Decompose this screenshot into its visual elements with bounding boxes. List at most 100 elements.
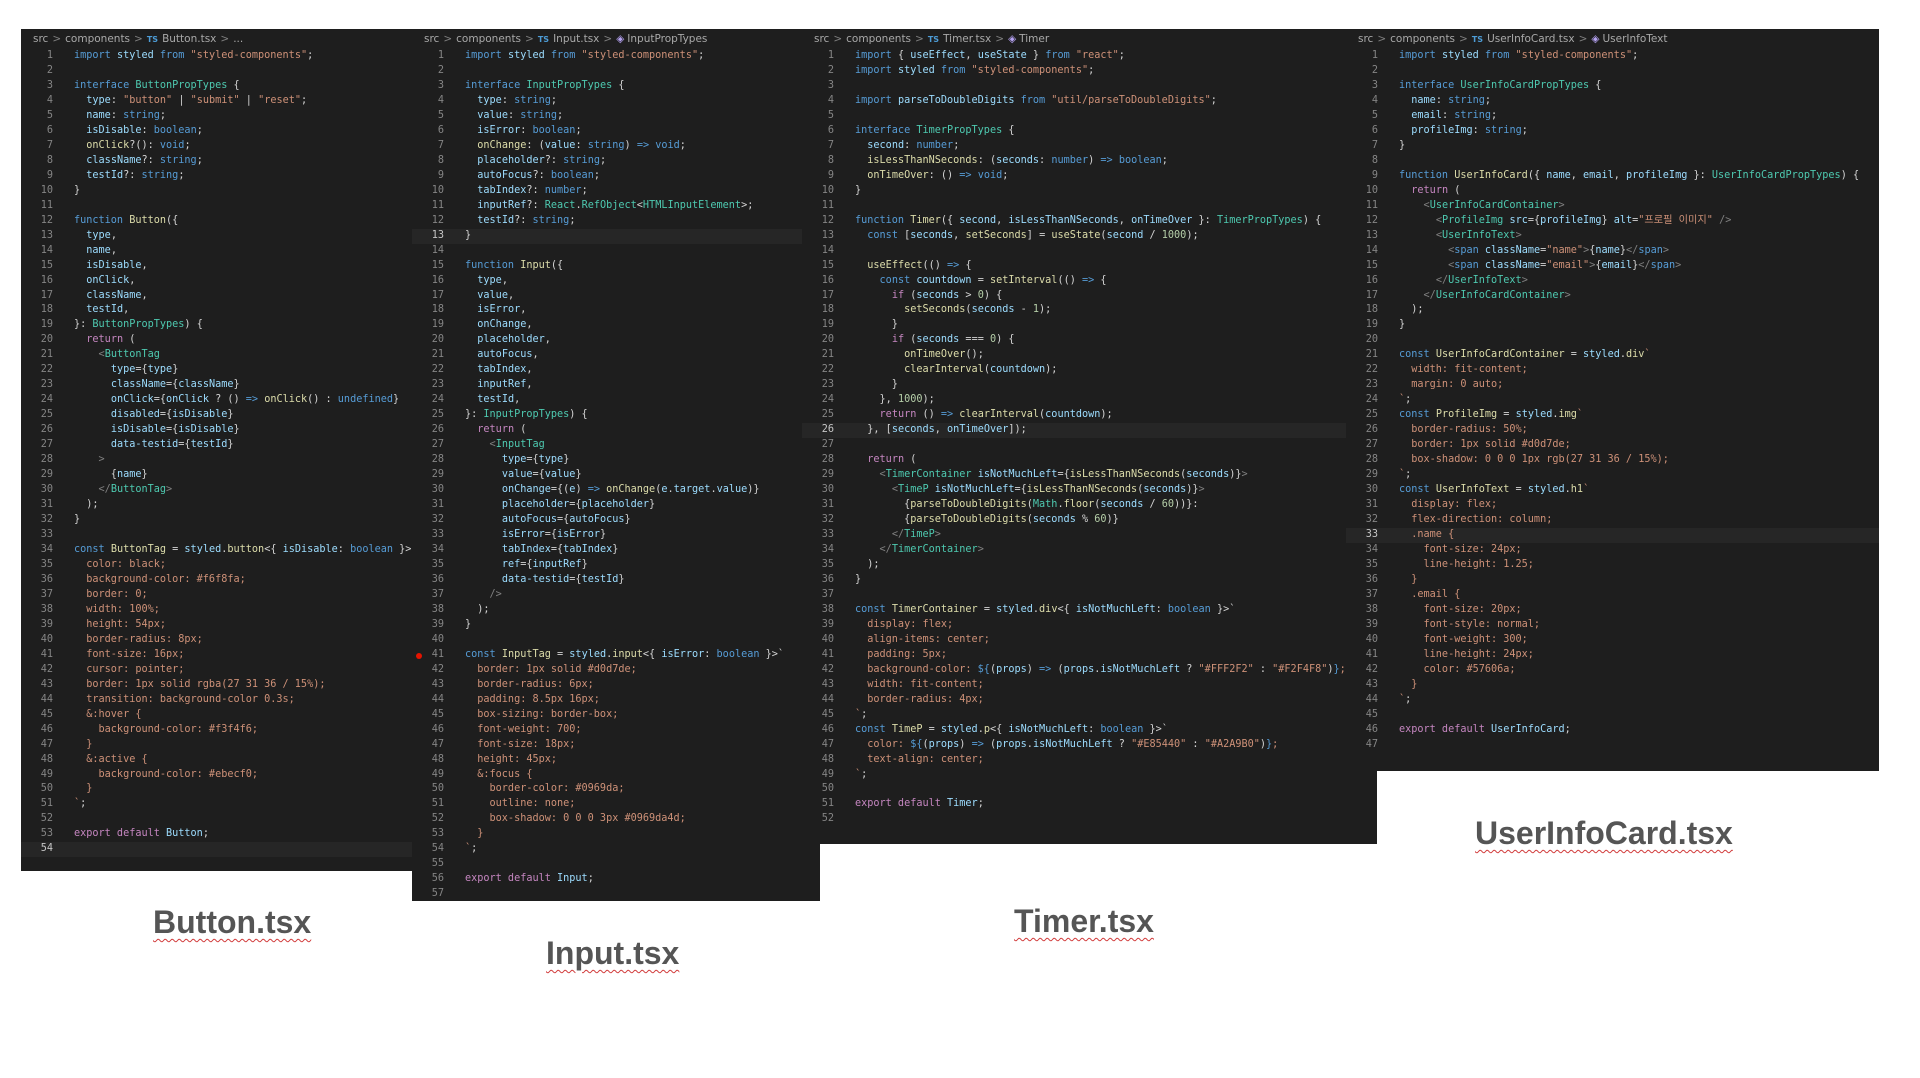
code-line[interactable]: 5 (802, 109, 1377, 124)
code-line[interactable]: 34 </TimerContainer> (802, 543, 1377, 558)
code-line[interactable]: 33 (21, 528, 421, 543)
breadcrumb-item[interactable]: Timer.tsx (943, 33, 991, 45)
code-line[interactable]: 51 export default Timer; (802, 797, 1377, 812)
code-line[interactable]: 8 (1346, 154, 1879, 169)
code-line[interactable]: 17 value, (412, 289, 820, 304)
code-line[interactable]: 8 placeholder?: string; (412, 154, 820, 169)
code-line[interactable]: 41 padding: 5px; (802, 648, 1377, 663)
code-line[interactable]: 56 export default Input; (412, 872, 820, 887)
code-line[interactable]: 39 font-style: normal; (1346, 618, 1879, 633)
code-line[interactable]: 11 (21, 199, 421, 214)
code-line[interactable]: 1 import styled from "styled-components"; (1346, 49, 1879, 64)
code-line[interactable]: 10 tabIndex?: number; (412, 184, 820, 199)
code-line[interactable]: 26 border-radius: 50%; (1346, 423, 1879, 438)
code-line[interactable]: 40 align-items: center; (802, 633, 1377, 648)
code-line[interactable]: 9 onTimeOver: () => void; (802, 169, 1377, 184)
code-line[interactable]: 21 autoFocus, (412, 348, 820, 363)
code-line[interactable]: 50 border-color: #0969da; (412, 782, 820, 797)
code-line[interactable]: 47 color: ${(props) => (props.isNotMuchL… (802, 738, 1377, 753)
code-line[interactable]: 35 ); (802, 558, 1377, 573)
code-line[interactable]: 7} (1346, 139, 1879, 154)
code-line[interactable]: 30 </ButtonTag> (21, 483, 421, 498)
code-line[interactable]: 32 autoFocus={autoFocus} (412, 513, 820, 528)
code-line[interactable]: 16 type, (412, 274, 820, 289)
code-line[interactable]: 29 value={value} (412, 468, 820, 483)
code-line[interactable]: 9 testId?: string; (21, 169, 421, 184)
code-line[interactable]: 24 }, 1000); (802, 393, 1377, 408)
code-line[interactable]: 49 `; (802, 768, 1377, 783)
breadcrumb-item[interactable]: UserInfoText (1602, 33, 1667, 45)
code-line[interactable]: 15 isDisable, (21, 259, 421, 274)
code-line[interactable]: 16 </UserInfoText> (1346, 274, 1879, 289)
code-line[interactable]: 38 const TimerContainer = styled.div<{ is… (802, 603, 1377, 618)
code-line[interactable]: 35 ref={inputRef} (412, 558, 820, 573)
code-line[interactable]: 13 type, (21, 229, 421, 244)
code-area[interactable]: 1 import { useEffect, useState } from "re… (802, 49, 1377, 827)
code-line[interactable]: 5 value: string; (412, 109, 820, 124)
code-line[interactable]: 22 clearInterval(countdown); (802, 363, 1377, 378)
code-line[interactable]: 41 const InputTag = styled.input<{ isErro… (412, 648, 820, 663)
breadcrumb-item[interactable]: src (424, 33, 439, 45)
code-line[interactable]: 16 onClick, (21, 274, 421, 289)
code-line[interactable]: 13} (412, 228, 820, 244)
breadcrumb-item[interactable]: src (814, 33, 829, 45)
code-line[interactable]: 37 border: 0; (21, 588, 421, 603)
code-line[interactable]: 2 (1346, 64, 1879, 79)
code-line[interactable]: 45 &:hover { (21, 708, 421, 723)
code-line[interactable]: 43 border: 1px solid rgba(27 31 36 / 15%… (21, 678, 421, 693)
code-line[interactable]: 43 border-radius: 6px; (412, 678, 820, 693)
code-line[interactable]: 4 type: "button" | "submit" | "reset"; (21, 94, 421, 109)
code-line[interactable]: 20 return ( (21, 333, 421, 348)
code-line[interactable]: 9 autoFocus?: boolean; (412, 169, 820, 184)
code-line[interactable]: 30 <TimeP isNotMuchLeft={isLessThanNSeco… (802, 483, 1377, 498)
code-line[interactable]: 22 tabIndex, (412, 363, 820, 378)
code-line[interactable]: 2 (412, 64, 820, 79)
code-line[interactable]: 14 name, (21, 244, 421, 259)
code-line[interactable]: 5 email: string; (1346, 109, 1879, 124)
code-line[interactable]: 46 background-color: #f3f4f6; (21, 723, 421, 738)
code-line[interactable]: 11 inputRef?: React.RefObject<HTMLInputE… (412, 199, 820, 214)
code-line[interactable]: 44 border-radius: 4px; (802, 693, 1377, 708)
code-line[interactable]: 11 (802, 199, 1377, 214)
code-line[interactable]: 10} (802, 184, 1377, 199)
code-line[interactable]: 14 (412, 244, 820, 259)
code-line[interactable]: 40 font-weight: 300; (1346, 633, 1879, 648)
code-line[interactable]: 17 </UserInfoCardContainer> (1346, 289, 1879, 304)
code-line[interactable]: 23 margin: 0 auto; (1346, 378, 1879, 393)
code-line[interactable]: 10 return ( (1346, 184, 1879, 199)
breadcrumb-item[interactable]: InputPropTypes (627, 33, 707, 45)
code-line[interactable]: 27 (802, 438, 1377, 453)
code-line[interactable]: 42 color: #57606a; (1346, 663, 1879, 678)
code-line[interactable]: 12 function Button({ (21, 214, 421, 229)
code-line[interactable]: 19}: ButtonPropTypes) { (21, 318, 421, 333)
code-line[interactable]: 47 (1346, 738, 1879, 753)
code-line[interactable]: 2 (21, 64, 421, 79)
code-line[interactable]: 1 import styled from "styled-components"; (21, 49, 421, 64)
code-line[interactable]: 45 (1346, 708, 1879, 723)
code-line[interactable]: 32} (21, 513, 421, 528)
code-line[interactable]: 24 testId, (412, 393, 820, 408)
code-line[interactable]: 7 second: number; (802, 139, 1377, 154)
code-line[interactable]: 45 box-sizing: border-box; (412, 708, 820, 723)
code-line[interactable]: 49 background-color: #ebecf0; (21, 768, 421, 783)
code-line[interactable]: 16 const countdown = setInterval(() => { (802, 274, 1377, 289)
code-line[interactable]: 3 interface InputPropTypes { (412, 79, 820, 94)
breadcrumb-item[interactable]: UserInfoCard.tsx (1487, 33, 1575, 45)
code-line[interactable]: 15 function Input({ (412, 259, 820, 274)
code-line[interactable]: 41 font-size: 16px; (21, 648, 421, 663)
code-line[interactable]: 55 (412, 857, 820, 872)
breadcrumb-item[interactable]: Input.tsx (553, 33, 599, 45)
code-line[interactable]: 28 > (21, 453, 421, 468)
code-area[interactable]: 1 import styled from "styled-components";… (21, 49, 421, 858)
code-line[interactable]: 17 className, (21, 289, 421, 304)
code-line[interactable]: 31 {parseToDoubleDigits(Math.floor(secon… (802, 498, 1377, 513)
code-line[interactable]: 29 <TimerContainer isNotMuchLeft={isLess… (802, 468, 1377, 483)
code-line[interactable]: 35 line-height: 1.25; (1346, 558, 1879, 573)
code-line[interactable]: 17 if (seconds > 0) { (802, 289, 1377, 304)
code-line[interactable]: 47 font-size: 18px; (412, 738, 820, 753)
code-line[interactable]: 29 {name} (21, 468, 421, 483)
code-line[interactable]: 37 .email { (1346, 588, 1879, 603)
breadcrumb-item[interactable]: components (456, 33, 521, 45)
code-line[interactable]: 14 <span className="name">{name}</span> (1346, 244, 1879, 259)
code-line[interactable]: 36} (802, 573, 1377, 588)
